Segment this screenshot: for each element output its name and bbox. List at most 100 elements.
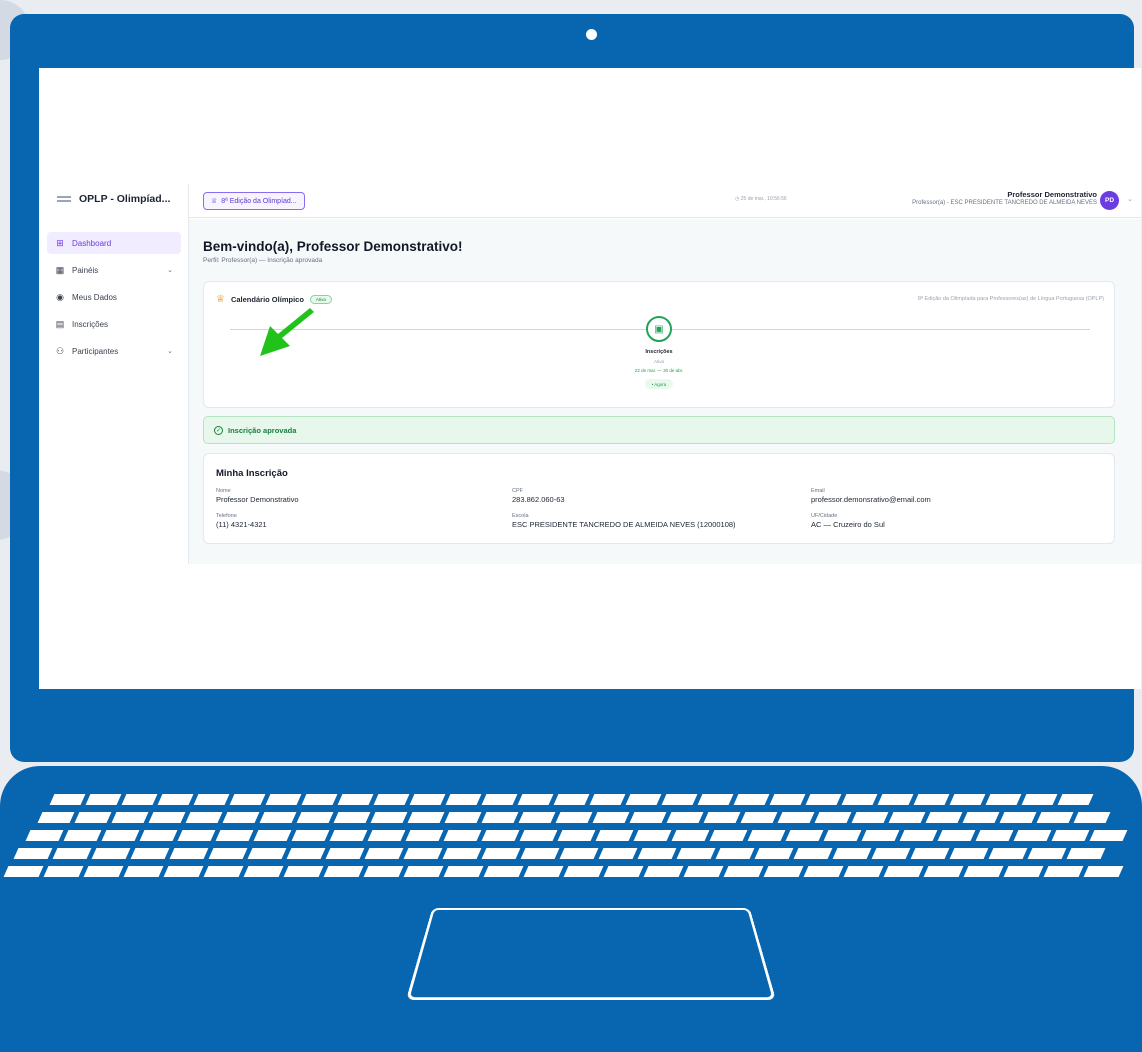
keyboard-key — [481, 812, 519, 823]
keyboard-key — [283, 866, 324, 877]
field-label: Email — [811, 488, 825, 494]
keyboard-key — [291, 830, 330, 841]
keyboard-key — [243, 866, 284, 877]
calendar-icon[interactable]: ▣ — [646, 316, 672, 342]
keyboard-key — [666, 812, 704, 823]
sidebar-item-inscricoes[interactable]: ▤ Inscrições — [47, 313, 181, 335]
sidebar-item-meus-dados[interactable]: ◉ Meus Dados — [47, 286, 181, 308]
keyboard-key — [629, 812, 667, 823]
keyboard-key — [130, 848, 170, 859]
keyboard-key — [169, 848, 209, 859]
keyboard-key — [910, 848, 950, 859]
keyboard-key — [520, 848, 560, 859]
keyboard-key — [871, 848, 911, 859]
sidebar-item-label: Dashboard — [72, 238, 112, 248]
check-circle-icon: ✓ — [214, 425, 223, 435]
field-escola: Escola ESC PRESIDENTE TANCREDO DE ALMEID… — [512, 513, 736, 529]
keyboard-key — [949, 794, 986, 805]
keyboard-key — [43, 866, 84, 877]
keyboard-key — [949, 848, 989, 859]
keyboard-key — [337, 794, 374, 805]
sidebar-item-label: Participantes — [72, 346, 119, 356]
chevron-down-icon[interactable]: ⌄ — [1127, 195, 1133, 203]
keyboard-key — [111, 812, 149, 823]
keyboard-key — [925, 812, 963, 823]
brand[interactable]: OPLP - Olimpíad... — [57, 193, 170, 205]
field-uf-cidade: UF/Cidade AC — Cruzeiro do Sul — [811, 513, 885, 529]
keyboard-key — [259, 812, 297, 823]
trophy-icon: ♕ — [211, 198, 218, 205]
keyboard-key — [442, 848, 482, 859]
panels-icon: ▦ — [55, 264, 65, 275]
field-cpf: CPF 283.862.060-63 — [512, 488, 565, 504]
page-subtitle: Perfil: Professor(a) — Inscrição aprovad… — [203, 257, 323, 264]
keyboard-key — [785, 830, 824, 841]
keyboard-key — [814, 812, 852, 823]
step-dates: 22 de mar. — 30 de abr. — [634, 368, 684, 373]
keyboard-key — [598, 848, 638, 859]
field-value: professor.demonsrativo@email.com — [811, 495, 931, 504]
sidebar-item-dashboard[interactable]: ⊞ Dashboard — [47, 232, 181, 254]
keyboard-key — [643, 866, 684, 877]
keyboard-key — [740, 812, 778, 823]
status-badge: Ativa — [309, 295, 332, 304]
user-info[interactable]: Professor Demonstrativo Professor(a) - E… — [912, 190, 1097, 206]
keyboard-key — [364, 848, 404, 859]
field-value: Professor Demonstrativo — [216, 495, 299, 504]
keyboard-key — [883, 866, 924, 877]
registration-card: Minha Inscrição Nome Professor Demonstra… — [203, 453, 1115, 544]
keyboard-key — [563, 866, 604, 877]
clock: ◷ 25 de mar., 10:56:56 — [735, 196, 787, 202]
keyboard-key — [363, 866, 404, 877]
keyboard-key — [963, 866, 1004, 877]
keyboard-key — [518, 812, 556, 823]
keyboard-row — [37, 812, 1111, 823]
keyboard-key — [101, 830, 140, 841]
keyboard-key — [1073, 812, 1111, 823]
edition-selector[interactable]: ♕ 8ª Edição da Olimpíad... — [203, 192, 305, 210]
sidebar-item-participantes[interactable]: ⚇ Participantes ⌄ — [47, 340, 181, 362]
keyboard-key — [625, 794, 662, 805]
keyboard-key — [519, 830, 558, 841]
keyboard-key — [592, 812, 630, 823]
keyboard-key — [208, 848, 248, 859]
field-email: Email professor.demonsrativo@email.com — [811, 488, 931, 504]
keyboard-key — [747, 830, 786, 841]
topbar: ♕ 8ª Edição da Olimpíad... ◷ 25 de mar.,… — [189, 184, 1141, 218]
keyboard-key — [555, 812, 593, 823]
keyboard-key — [52, 848, 92, 859]
avatar[interactable]: PD — [1100, 191, 1119, 210]
sidebar-item-label: Meus Dados — [72, 292, 117, 302]
clock-icon: ◷ — [735, 196, 740, 202]
field-value: 283.862.060-63 — [512, 495, 565, 504]
approval-banner: ✓ Inscrição aprovada — [203, 416, 1115, 444]
keyboard-key — [861, 830, 900, 841]
keyboard-key — [517, 794, 554, 805]
keyboard-key — [481, 848, 521, 859]
keyboard-key — [1051, 830, 1090, 841]
field-label: Nome — [216, 488, 231, 494]
keyboard-key — [405, 830, 444, 841]
step-name: Inscrições — [645, 349, 673, 355]
edition-label: 8ª Edição da Olimpíad... — [221, 197, 297, 205]
field-label: CPF — [512, 488, 523, 494]
keyboard-key — [697, 794, 734, 805]
keyboard-key — [823, 830, 862, 841]
keyboard-key — [841, 794, 878, 805]
user-name: Professor Demonstrativo — [1007, 190, 1097, 199]
keyboard-key — [444, 812, 482, 823]
keyboard-key — [985, 794, 1022, 805]
keyboard-key — [1083, 866, 1124, 877]
keyboard-key — [777, 812, 815, 823]
field-value: AC — Cruzeiro do Sul — [811, 520, 885, 529]
keyboard-key — [1043, 866, 1084, 877]
keyboard-key — [595, 830, 634, 841]
keyboard-key — [74, 812, 112, 823]
keyboard-key — [888, 812, 926, 823]
calendar-card: ♕ Calendário Olímpico Ativa 8ª Edição da… — [203, 281, 1115, 408]
keyboard-key — [557, 830, 596, 841]
keyboard-key — [988, 848, 1028, 859]
keyboard-key — [1013, 830, 1052, 841]
sidebar-item-label: Painéis — [72, 265, 99, 275]
sidebar-item-paineis[interactable]: ▦ Painéis ⌄ — [47, 259, 181, 281]
